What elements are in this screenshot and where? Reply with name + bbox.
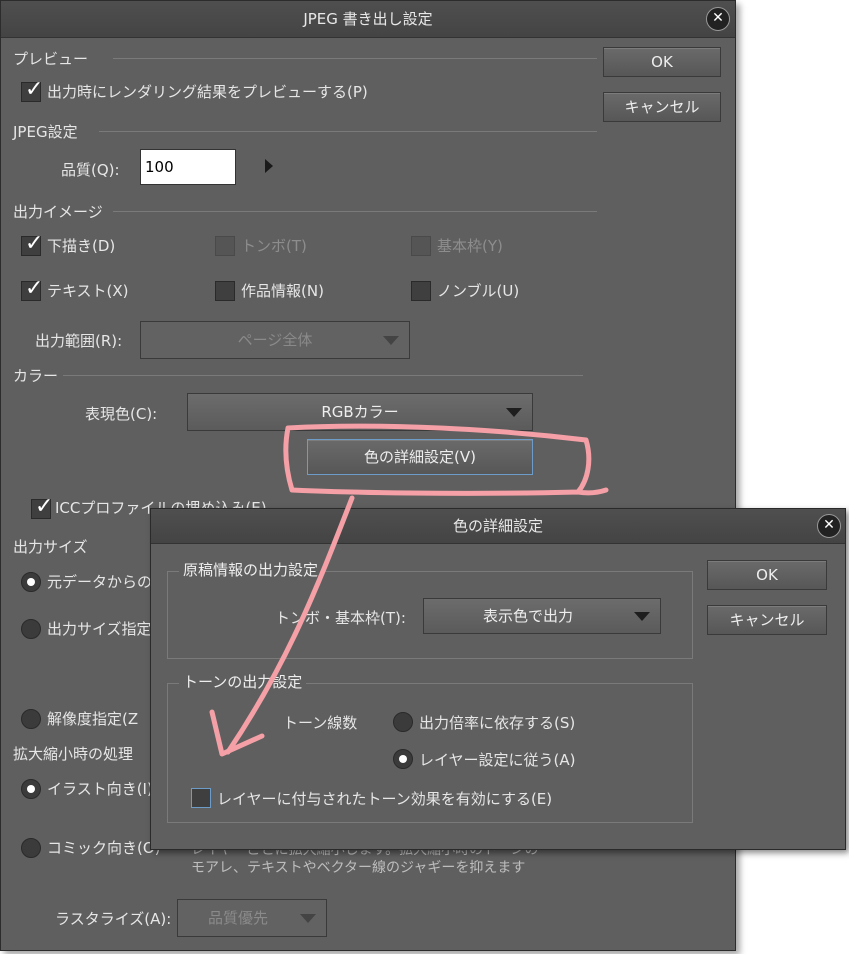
annotation-arrow: [225, 495, 355, 755]
annotation-highlight-loop: [283, 423, 609, 496]
annotation-arrow-head: [209, 709, 265, 757]
annotation-overlay: [209, 423, 609, 757]
